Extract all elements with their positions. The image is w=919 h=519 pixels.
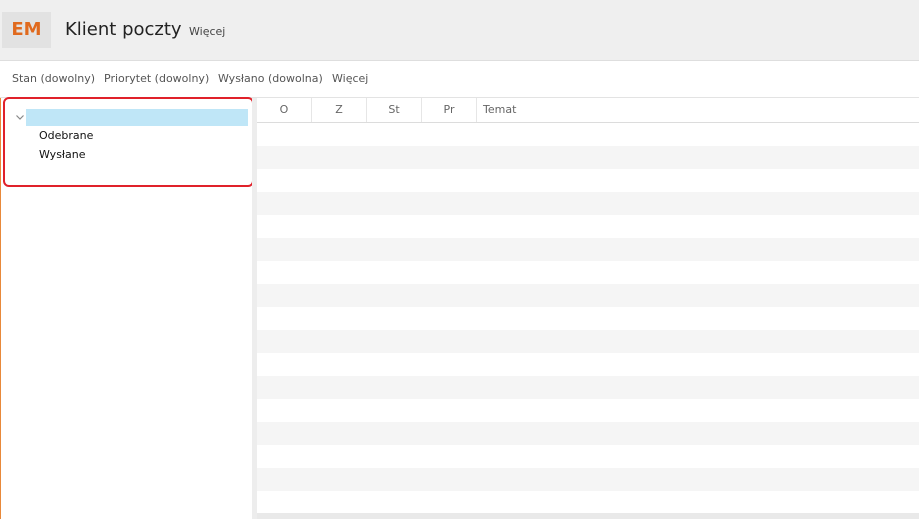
- list-row: [257, 353, 919, 376]
- filter-more[interactable]: Więcej: [332, 72, 368, 86]
- column-header-row: O Z St Pr Temat: [257, 98, 919, 123]
- filter-status[interactable]: Stan (dowolny): [12, 72, 95, 86]
- list-row: [257, 491, 919, 514]
- horizontal-scrollbar[interactable]: [257, 513, 919, 519]
- column-header-z[interactable]: Z: [312, 98, 367, 122]
- message-rows: [257, 123, 919, 515]
- list-row: [257, 445, 919, 468]
- app-logo: EM: [2, 12, 51, 48]
- list-row: [257, 422, 919, 445]
- app-header: EM Klient poczty Więcej: [0, 0, 919, 61]
- list-row: [257, 238, 919, 261]
- list-row: [257, 261, 919, 284]
- tree-highlight-box: [3, 97, 254, 187]
- list-row: [257, 215, 919, 238]
- column-header-st[interactable]: St: [367, 98, 422, 122]
- list-row: [257, 192, 919, 215]
- list-row: [257, 146, 919, 169]
- list-row: [257, 468, 919, 491]
- list-row: [257, 330, 919, 353]
- list-row: [257, 169, 919, 192]
- filter-bar: Stan (dowolny) Priorytet (dowolny) Wysła…: [0, 61, 919, 98]
- list-row: [257, 376, 919, 399]
- column-header-pr[interactable]: Pr: [422, 98, 477, 122]
- filter-sent[interactable]: Wysłano (dowolna): [218, 72, 323, 86]
- list-row: [257, 123, 919, 146]
- column-header-subject[interactable]: Temat: [477, 98, 919, 122]
- header-more-button[interactable]: Więcej: [189, 25, 225, 39]
- list-row: [257, 284, 919, 307]
- column-header-o[interactable]: O: [257, 98, 312, 122]
- filter-priority[interactable]: Priorytet (dowolny): [104, 72, 209, 86]
- list-row: [257, 399, 919, 422]
- list-row: [257, 307, 919, 330]
- page-title: Klient poczty: [65, 19, 182, 40]
- message-list: O Z St Pr Temat: [257, 98, 919, 519]
